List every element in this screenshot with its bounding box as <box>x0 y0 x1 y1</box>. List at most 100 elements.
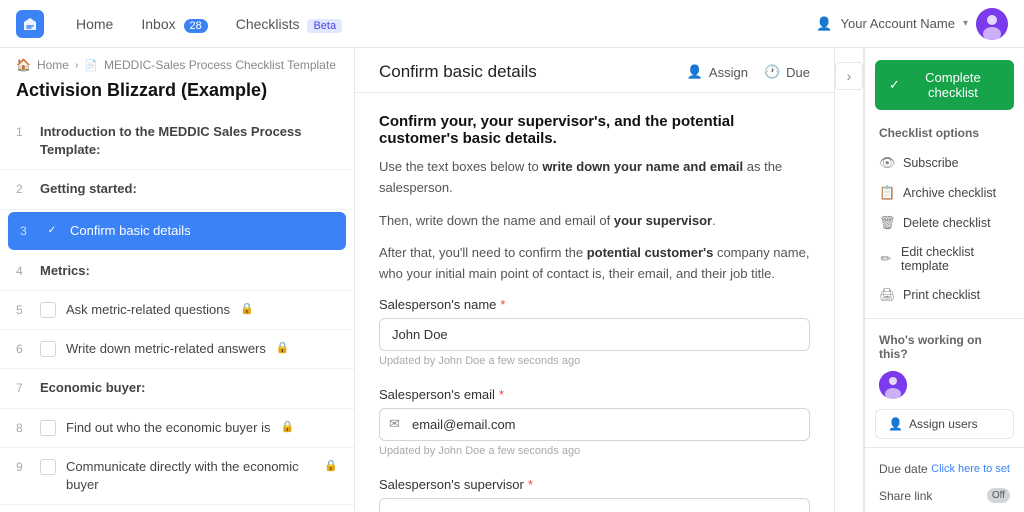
lock-icon: 🔒 <box>276 341 290 354</box>
list-item[interactable]: 1 Introduction to the MEDDIC Sales Proce… <box>0 113 354 170</box>
item-label: Economic buyer: <box>40 379 145 397</box>
account-chevron-icon[interactable]: ▾ <box>963 18 968 29</box>
salesperson-name-input[interactable] <box>379 318 810 351</box>
avatar-row <box>865 365 1024 405</box>
nav-checklists[interactable]: Checklists Beta <box>224 10 354 38</box>
user-icon: 👤 <box>687 64 703 80</box>
whos-working-label: Who's working on this? <box>865 327 1024 365</box>
user-plus-icon: 👤 <box>888 417 903 431</box>
salesperson-email-input[interactable] <box>379 408 810 441</box>
item-number: 4 <box>16 262 30 278</box>
collapse-icon: › <box>847 68 852 84</box>
salesperson-supervisor-input[interactable] <box>379 498 810 512</box>
item-label: Introduction to the MEDDIC Sales Process… <box>40 123 338 159</box>
required-indicator: * <box>500 297 505 312</box>
option-archive[interactable]: 📋 Archive checklist <box>865 178 1024 208</box>
header-right: 👤 Your Account Name ▾ <box>816 8 1008 40</box>
assign-button[interactable]: 👤 Assign <box>687 64 748 80</box>
field-label-supervisor: Salesperson's supervisor * <box>379 477 810 492</box>
lock-icon: 🔒 <box>240 302 254 315</box>
due-date-label: Due date <box>879 462 928 476</box>
item-checkbox[interactable] <box>40 302 56 318</box>
checklists-beta-badge: Beta <box>307 19 342 33</box>
updated-text: Updated by John Doe a few seconds ago <box>379 355 810 367</box>
item-label: Communicate directly with the economic b… <box>66 458 314 494</box>
list-item[interactable]: 2 Getting started: <box>0 170 354 209</box>
item-checkbox[interactable] <box>40 341 56 357</box>
option-subscribe[interactable]: 👁 Subscribe <box>865 148 1024 178</box>
breadcrumb: 🏠 Home › 📄 MEDDIC-Sales Process Checklis… <box>0 48 354 76</box>
item-number: 3 <box>20 222 34 238</box>
assign-users-button[interactable]: 👤 Assign users <box>875 409 1014 439</box>
edit-icon: ✏ <box>879 251 893 267</box>
divider <box>865 447 1024 448</box>
description-line-2: Then, write down the name and email of y… <box>379 211 810 232</box>
content-title: Confirm basic details <box>379 62 537 82</box>
content-actions: 👤 Assign 🕐 Due <box>687 64 810 80</box>
archive-icon: 📋 <box>879 185 895 201</box>
delete-icon: 🗑 <box>879 215 895 231</box>
breadcrumb-home[interactable]: Home <box>37 58 69 72</box>
sidebar-title: Activision Blizzard (Example) <box>0 76 354 113</box>
nav-home[interactable]: Home <box>64 10 125 38</box>
item-label: Confirm basic details <box>70 222 191 240</box>
field-label-email: Salesperson's email * <box>379 387 810 402</box>
nav-inbox[interactable]: Inbox 28 <box>129 10 219 38</box>
item-number: 9 <box>16 458 30 474</box>
email-icon: ✉ <box>389 416 400 432</box>
list-item[interactable]: 7 Economic buyer: <box>0 369 354 408</box>
checklist-options-title: Checklist options <box>865 126 1024 140</box>
inbox-badge: 28 <box>184 19 208 33</box>
complete-checklist-button[interactable]: ✓ Complete checklist <box>875 60 1014 110</box>
share-link-label: Share link <box>879 489 932 503</box>
item-number: 7 <box>16 379 30 395</box>
item-number: 1 <box>16 123 30 139</box>
breadcrumb-template[interactable]: MEDDIC-Sales Process Checklist Template <box>104 58 336 72</box>
breadcrumb-sep: › <box>75 60 78 71</box>
list-item-active[interactable]: 3 Confirm basic details <box>8 212 346 250</box>
app-logo[interactable] <box>16 10 44 38</box>
right-panel: ✓ Complete checklist Checklist options 👁… <box>864 48 1024 512</box>
avatar[interactable] <box>976 8 1008 40</box>
option-print[interactable]: 🖨 Print checklist <box>865 280 1024 310</box>
field-label-name: Salesperson's name * <box>379 297 810 312</box>
item-label: Metrics: <box>40 262 90 280</box>
main-layout: 🏠 Home › 📄 MEDDIC-Sales Process Checklis… <box>0 48 1024 512</box>
print-icon: 🖨 <box>879 287 895 303</box>
check-icon: ✓ <box>889 77 900 93</box>
account-name: Your Account Name <box>841 16 955 31</box>
lock-icon: 🔒 <box>281 420 295 433</box>
item-label: Getting started: <box>40 180 137 198</box>
share-toggle[interactable]: Off <box>987 488 1010 503</box>
item-checkbox[interactable] <box>40 420 56 436</box>
main-content: Confirm basic details 👤 Assign 🕐 Due Con… <box>355 48 834 512</box>
due-button[interactable]: 🕐 Due <box>764 64 810 80</box>
item-number: 2 <box>16 180 30 196</box>
form-group-email: Salesperson's email * ✉ Updated by John … <box>379 387 810 457</box>
content-header: Confirm basic details 👤 Assign 🕐 Due <box>355 48 834 93</box>
collapse-button[interactable]: › <box>835 62 863 90</box>
clock-icon: 🕐 <box>764 64 780 80</box>
item-checkbox[interactable] <box>40 459 56 475</box>
description-line-3: After that, you'll need to confirm the p… <box>379 243 810 285</box>
due-date-row: Due date Click here to set <box>865 456 1024 482</box>
option-delete[interactable]: 🗑 Delete checklist <box>865 208 1024 238</box>
due-date-link[interactable]: Click here to set <box>931 463 1010 475</box>
form-group-supervisor: Salesperson's supervisor * <box>379 477 810 512</box>
list-item[interactable]: 10 Confirm the wants & needs of the econ… <box>0 505 354 512</box>
list-item[interactable]: 5 Ask metric-related questions 🔒 <box>0 291 354 330</box>
option-edit-template[interactable]: ✏ Edit checklist template <box>865 238 1024 280</box>
item-number: 6 <box>16 340 30 356</box>
item-checkbox[interactable] <box>44 223 60 239</box>
list-item[interactable]: 8 Find out who the economic buyer is 🔒 <box>0 409 354 448</box>
divider <box>865 318 1024 319</box>
list-item[interactable]: 4 Metrics: <box>0 252 354 291</box>
item-number: 5 <box>16 301 30 317</box>
list-item[interactable]: 6 Write down metric-related answers 🔒 <box>0 330 354 369</box>
list-item[interactable]: 9 Communicate directly with the economic… <box>0 448 354 505</box>
worker-avatar <box>879 371 907 399</box>
required-indicator: * <box>499 387 504 402</box>
description-title: Confirm your, your supervisor's, and the… <box>379 113 810 147</box>
updated-text: Updated by John Doe a few seconds ago <box>379 445 810 457</box>
form-group-name: Salesperson's name * Updated by John Doe… <box>379 297 810 367</box>
